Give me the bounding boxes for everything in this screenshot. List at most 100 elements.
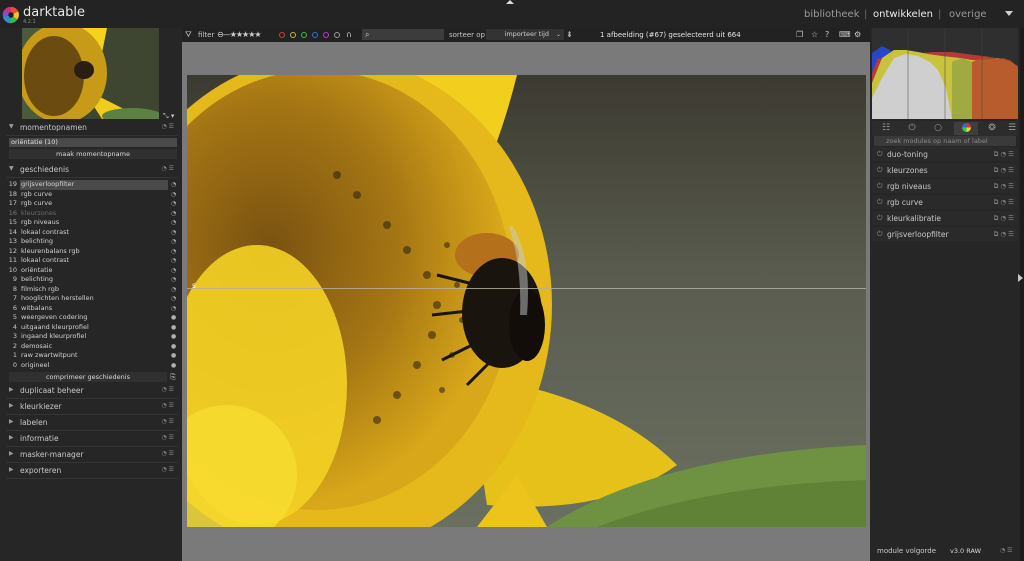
- quick-access-icon[interactable]: ☷: [874, 122, 898, 135]
- module-masker-manager[interactable]: ▶ masker-manager ◔ ☰: [6, 449, 178, 461]
- module-informatie[interactable]: ▶ informatie ◔ ☰: [6, 433, 178, 445]
- history-item[interactable]: 15 rgb niveaus ◔: [0, 218, 182, 228]
- history-item[interactable]: 13 belichting ◔: [0, 237, 182, 247]
- module-options-icon[interactable]: ◔ ☰: [161, 434, 174, 441]
- module-rgb-curve[interactable]: ⏻ rgb curve ⧉ ◔ ☰: [872, 195, 1018, 209]
- history-item[interactable]: 17 rgb curve ◔: [0, 199, 182, 209]
- graduated-filter-line[interactable]: [187, 288, 866, 289]
- history-item[interactable]: 7 hooglichten herstellen ◔: [0, 294, 182, 304]
- color-label-yellow[interactable]: [290, 32, 296, 38]
- history-item[interactable]: 16 kleurzones ◔: [0, 209, 182, 219]
- history-item[interactable]: 19 grijsverloopfilter ◔: [0, 180, 182, 190]
- funnel-icon[interactable]: ⛛: [185, 30, 192, 40]
- module-kleurzones[interactable]: ⏻ kleurzones ⧉ ◔ ☰: [872, 163, 1018, 177]
- module-duplicaat-beheer[interactable]: ▶ duplicaat beheer ◔ ☰: [6, 385, 178, 397]
- sort-direction-icon[interactable]: ⇟: [566, 30, 573, 39]
- history-item[interactable]: 8 filmisch rgb ◔: [0, 285, 182, 295]
- color-group-icon[interactable]: [954, 122, 978, 135]
- view-tab-darkroom[interactable]: ontwikkelen: [873, 9, 933, 20]
- view-tab-library[interactable]: bibliotheek: [804, 9, 860, 20]
- take-snapshot-button[interactable]: maak momentopname: [9, 149, 177, 159]
- compress-history-button[interactable]: comprimeer geschiedenis: [9, 372, 167, 382]
- expand-icon[interactable]: ⤡ ▾: [163, 112, 174, 121]
- expand-arrow-icon: ▼: [9, 123, 14, 130]
- histogram[interactable]: [872, 28, 1018, 119]
- history-item[interactable]: 10 oriëntatie ◔: [0, 266, 182, 276]
- history-item[interactable]: 0 origineel ●: [0, 361, 182, 371]
- module-options-icon[interactable]: ◔ ☰: [1000, 547, 1013, 554]
- module-order-label: module volgorde: [877, 547, 937, 555]
- star-icon[interactable]: ☆: [811, 30, 818, 39]
- top-header: darktable 4.2.1 bibliotheek | ontwikkele…: [0, 0, 1024, 28]
- module-options-icon[interactable]: ◔ ☰: [161, 165, 174, 172]
- module-kleurkiezer[interactable]: ▶ kleurkiezer ◔ ☰: [6, 401, 178, 413]
- history-item[interactable]: 9 belichting ◔: [0, 275, 182, 285]
- power-icon[interactable]: ⏻: [900, 122, 924, 135]
- module-duo-toning[interactable]: ⏻ duo-toning ⧉ ◔ ☰: [872, 147, 1018, 161]
- help-icon[interactable]: ?: [825, 30, 829, 39]
- copy-history-icon[interactable]: ⎘: [168, 372, 178, 382]
- history-item-number: 15: [8, 218, 17, 226]
- history-item[interactable]: 12 kleurenbalans rgb ◔: [0, 247, 182, 257]
- sort-select[interactable]: importeer tijd: [486, 29, 564, 40]
- duplicate-icon[interactable]: ❐: [796, 30, 803, 39]
- history-item-label: oriëntatie: [21, 265, 53, 274]
- graduated-filter-handle[interactable]: S: [192, 283, 196, 290]
- module-options-icon[interactable]: ◔ ☰: [161, 123, 174, 130]
- module-kleurkalibratie[interactable]: ⏻ kleurkalibratie ⧉ ◔ ☰: [872, 211, 1018, 225]
- color-label-red[interactable]: [279, 32, 285, 38]
- history-item[interactable]: 18 rgb curve ◔: [0, 190, 182, 200]
- module-options-icon[interactable]: ⧉ ◔ ☰: [994, 182, 1014, 191]
- navigation-thumbnail[interactable]: [22, 28, 159, 119]
- module-options-icon[interactable]: ◔ ☰: [161, 466, 174, 473]
- history-item-label: grijsverloopfilter: [20, 180, 168, 190]
- color-operator-icon[interactable]: ∩: [346, 30, 352, 39]
- module-options-icon[interactable]: ⧉ ◔ ☰: [994, 150, 1014, 159]
- search-input[interactable]: [362, 29, 444, 40]
- module-snapshots[interactable]: ▼ momentopnamen ◔ ☰: [6, 122, 178, 134]
- module-order-value[interactable]: v3.0 RAW: [950, 547, 981, 555]
- power-icon[interactable]: ⏻: [877, 230, 883, 239]
- module-options-icon[interactable]: ◔ ☰: [161, 402, 174, 409]
- module-options-icon[interactable]: ⧉ ◔ ☰: [994, 214, 1014, 223]
- circle-icon[interactable]: ○: [926, 122, 950, 135]
- snapshot-entry[interactable]: oriëntatie (10): [9, 138, 177, 147]
- module-labelen[interactable]: ▶ labelen ◔ ☰: [6, 417, 178, 429]
- color-label-green[interactable]: [301, 32, 307, 38]
- module-options-icon[interactable]: ◔ ☰: [161, 450, 174, 457]
- history-item[interactable]: 1 raw zwartwitpunt ●: [0, 351, 182, 361]
- history-item[interactable]: 2 demosaic ●: [0, 342, 182, 352]
- module-options-icon[interactable]: ⧉ ◔ ☰: [994, 166, 1014, 175]
- module-options-icon[interactable]: ⧉ ◔ ☰: [994, 230, 1014, 239]
- top-panel-toggle-icon[interactable]: [506, 0, 514, 4]
- history-item[interactable]: 3 ingaand kleurprofiel ●: [0, 332, 182, 342]
- views-dropdown-icon[interactable]: [1005, 11, 1013, 16]
- gear-icon[interactable]: ⚙: [854, 30, 861, 39]
- history-item[interactable]: 5 weergeven codering ●: [0, 313, 182, 323]
- right-panel-toggle-icon[interactable]: [1018, 274, 1023, 282]
- history-item[interactable]: 6 witbalans ◔: [0, 304, 182, 314]
- history-item[interactable]: 4 uitgaand kleurprofiel ●: [0, 323, 182, 333]
- module-options-icon[interactable]: ◔ ☰: [161, 386, 174, 393]
- color-label-gray[interactable]: [334, 32, 340, 38]
- power-icon[interactable]: ⏻: [877, 166, 883, 175]
- module-options-icon[interactable]: ⧉ ◔ ☰: [994, 198, 1014, 207]
- power-icon[interactable]: ⏻: [877, 198, 883, 207]
- rating-filter[interactable]: ⊖—★★★★★: [217, 30, 262, 39]
- module-search-input[interactable]: zoek modules op naam of label: [874, 136, 1016, 146]
- photo-canvas[interactable]: [187, 75, 866, 527]
- history-item[interactable]: 11 lokaal contrast ◔: [0, 256, 182, 266]
- power-icon[interactable]: ⏻: [877, 214, 883, 223]
- power-icon[interactable]: ⏻: [877, 150, 883, 159]
- power-icon[interactable]: ⏻: [877, 182, 883, 191]
- module-rgb-niveaus[interactable]: ⏻ rgb niveaus ⧉ ◔ ☰: [872, 179, 1018, 193]
- module-options-icon[interactable]: ◔ ☰: [161, 418, 174, 425]
- module-exporteren[interactable]: ▶ exporteren ◔ ☰: [6, 465, 178, 477]
- color-label-purple[interactable]: [323, 32, 329, 38]
- module-history[interactable]: ▼ geschiedenis ◔ ☰: [6, 164, 178, 176]
- color-label-blue[interactable]: [312, 32, 318, 38]
- view-tab-other[interactable]: overige: [949, 9, 987, 20]
- history-item[interactable]: 14 lokaal contrast ◔: [0, 228, 182, 238]
- keyboard-icon[interactable]: ⌨: [839, 30, 851, 39]
- module-grijsverloopfilter[interactable]: ⏻ grijsverloopfilter ⧉ ◔ ☰: [872, 227, 1018, 241]
